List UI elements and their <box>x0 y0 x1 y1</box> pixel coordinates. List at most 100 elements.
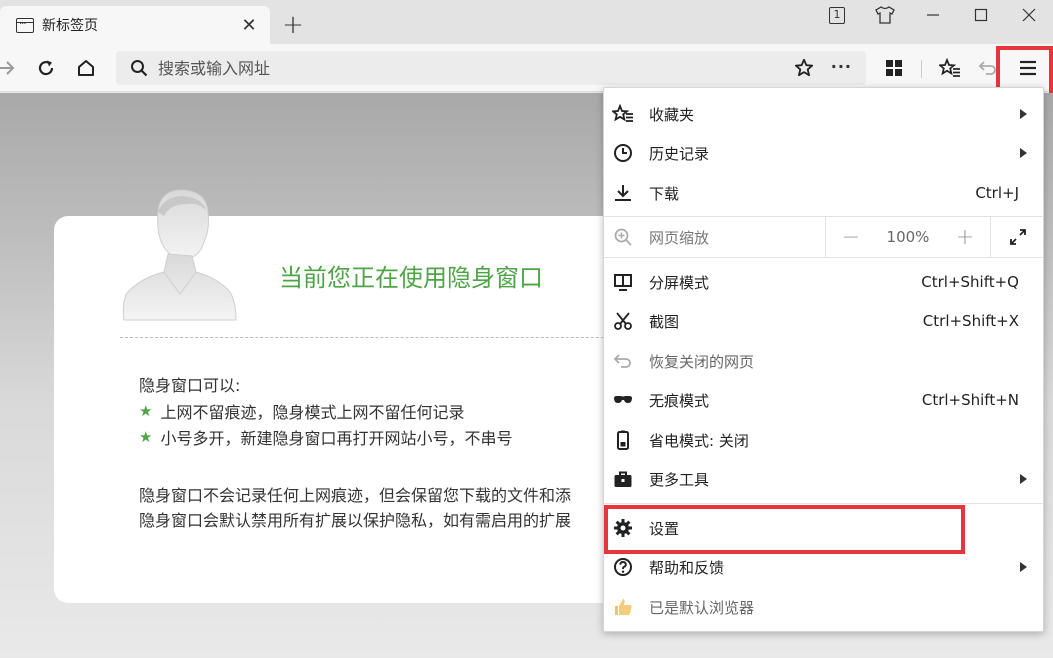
forward-button[interactable] <box>0 52 22 84</box>
menu-separator <box>604 257 1043 258</box>
menu-item-label: 截图 <box>649 312 680 331</box>
zoom-in-button[interactable]: + <box>940 217 990 257</box>
menu-item-settings[interactable]: 设置 <box>604 509 1043 547</box>
home-button[interactable] <box>70 52 102 84</box>
skin-button[interactable] <box>861 0 909 30</box>
submenu-arrow-icon <box>1020 109 1027 119</box>
tab-count-button[interactable]: 1 <box>813 0 861 30</box>
incognito-feature-item: ★ 上网不留痕迹，隐身模式上网不留任何记录 <box>139 399 464 423</box>
menu-item-label: 省电模式: 关闭 <box>649 431 749 450</box>
close-window-button[interactable] <box>1005 0 1053 30</box>
zoom-out-button[interactable]: − <box>826 217 876 257</box>
incognito-note: 隐身窗口会默认禁用所有扩展以保护隐私，如有需启用的扩展 <box>139 511 572 530</box>
maximize-button[interactable] <box>957 0 1005 30</box>
zoom-controls: − 100% + <box>825 217 1044 257</box>
submenu-arrow-icon <box>1020 148 1027 158</box>
new-tab-button[interactable]: + <box>278 10 308 40</box>
split-screen-icon <box>612 271 634 293</box>
toolbar: ··· <box>0 44 1053 92</box>
favorites-list-icon <box>939 58 960 77</box>
menu-item-label: 设置 <box>649 519 680 538</box>
menu-item-favorites[interactable]: 收藏夹 <box>604 95 1043 133</box>
scissors-icon <box>612 310 634 332</box>
menu-item-label: 收藏夹 <box>649 105 695 124</box>
clock-icon <box>612 142 634 164</box>
menu-item-history[interactable]: 历史记录 <box>604 134 1043 172</box>
battery-icon <box>612 429 634 451</box>
mask-icon <box>612 389 634 411</box>
address-input[interactable] <box>158 58 758 78</box>
menu-item-incognito[interactable]: 无痕模式 Ctrl+Shift+N <box>604 381 1043 419</box>
undo-icon <box>978 61 996 75</box>
menu-item-more-tools[interactable]: 更多工具 <box>604 460 1043 498</box>
zoom-icon <box>612 226 634 248</box>
menu-item-label: 恢复关闭的网页 <box>649 352 755 371</box>
menu-item-help[interactable]: 帮助和反馈 <box>604 548 1043 586</box>
incognito-can-title: 隐身窗口可以: <box>139 376 241 395</box>
green-star-icon: ★ <box>139 402 153 420</box>
tab-count-icon: 1 <box>829 6 845 24</box>
toolbox-icon <box>612 468 634 490</box>
menu-item-label: 帮助和反馈 <box>649 558 725 577</box>
gear-icon <box>612 517 634 539</box>
toolbar-separator <box>921 60 922 78</box>
zoom-label: 网页缩放 <box>649 228 710 247</box>
more-actions-button[interactable]: ··· <box>831 57 852 76</box>
menu-item-label: 历史记录 <box>649 144 710 163</box>
close-icon <box>1022 8 1036 22</box>
menu-item-screenshot[interactable]: 截图 Ctrl+Shift+X <box>604 302 1043 340</box>
feature-text: 小号多开，新建隐身窗口再打开网站小号，不串号 <box>160 429 513 448</box>
minimize-icon <box>927 14 939 16</box>
shortcut-text: Ctrl+J <box>975 184 1019 202</box>
menu-item-restore-closed[interactable]: 恢复关闭的网页 <box>604 342 1043 380</box>
incognito-card: 当前您正在使用隐身窗口 隐身窗口可以: ★ 上网不留痕迹，隐身模式上网不留任何记… <box>54 189 694 603</box>
hamburger-menu-icon <box>1020 60 1036 76</box>
undo-close-button[interactable] <box>972 52 1004 84</box>
home-icon <box>78 60 94 76</box>
help-icon <box>612 556 634 578</box>
fullscreen-icon <box>1009 229 1026 245</box>
menu-item-label: 已是默认浏览器 <box>649 598 755 617</box>
address-bar[interactable]: ··· <box>116 51 866 85</box>
menu-item-label: 分屏模式 <box>649 273 710 292</box>
submenu-arrow-icon <box>1020 474 1027 484</box>
bookmark-star-button[interactable] <box>794 58 814 82</box>
tab-close-button[interactable]: ✕ <box>238 15 260 36</box>
tab-new-tab[interactable]: 新标签页 ✕ <box>0 6 270 44</box>
forward-arrow-icon <box>0 61 15 75</box>
reload-button[interactable] <box>30 52 62 84</box>
window-controls: 1 <box>813 0 1053 30</box>
incognito-title: 当前您正在使用隐身窗口 <box>279 264 543 292</box>
fullscreen-button[interactable] <box>990 217 1044 257</box>
apps-grid-icon <box>886 60 902 76</box>
tab-title: 新标签页 <box>42 18 98 34</box>
favorites-button[interactable] <box>934 52 966 84</box>
menu-item-label: 无痕模式 <box>649 391 710 410</box>
incognito-avatar <box>122 189 237 321</box>
main-menu-button[interactable] <box>1012 52 1044 84</box>
incognito-note: 隐身窗口不会记录任何上网痕迹，但会保留您下载的文件和添 <box>139 486 572 505</box>
new-tab-page-icon <box>16 17 34 33</box>
star-outline-icon <box>794 58 814 77</box>
menu-item-downloads[interactable]: 下载 Ctrl+J <box>604 174 1043 212</box>
shortcut-text: Ctrl+Shift+X <box>922 312 1019 330</box>
menu-separator <box>604 503 1043 504</box>
reload-icon <box>38 60 54 76</box>
favorites-icon <box>612 103 634 125</box>
menu-item-power-saving[interactable]: 省电模式: 关闭 <box>604 421 1043 459</box>
menu-item-label: 下载 <box>649 184 680 203</box>
download-icon <box>612 182 634 204</box>
maximize-icon <box>974 8 988 22</box>
incognito-feature-item: ★ 小号多开，新建隐身窗口再打开网站小号，不串号 <box>139 425 512 449</box>
minimize-button[interactable] <box>909 0 957 30</box>
zoom-value: 100% <box>886 228 930 246</box>
menu-item-label: 更多工具 <box>649 470 710 489</box>
submenu-arrow-icon <box>1020 562 1027 572</box>
shirt-icon <box>875 6 895 24</box>
shortcut-text: Ctrl+Shift+N <box>921 391 1019 409</box>
tab-strip: 新标签页 ✕ + 1 <box>0 0 1053 44</box>
menu-item-default-browser[interactable]: 已是默认浏览器 <box>604 588 1043 626</box>
apps-button[interactable] <box>878 52 910 84</box>
main-menu-dropdown: 收藏夹 历史记录 下载 Ctrl+J 网页缩放 − 100% + 分屏模式 Ct… <box>603 87 1044 632</box>
menu-item-split-screen[interactable]: 分屏模式 Ctrl+Shift+Q <box>604 263 1043 301</box>
